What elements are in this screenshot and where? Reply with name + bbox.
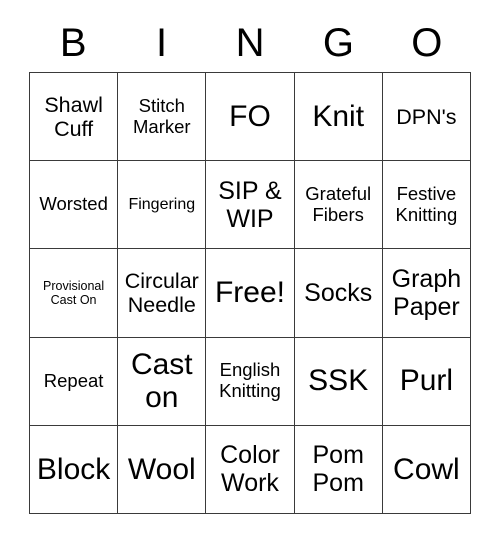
bingo-grid: Shawl Cuff Stitch Marker FO Knit DPN's W… <box>29 72 471 514</box>
bingo-cell-label: Knit <box>312 99 365 133</box>
bingo-cell-label: Grateful Fibers <box>305 183 372 225</box>
bingo-header-row: B I N G O <box>29 14 471 72</box>
bingo-cell[interactable]: Purl <box>382 337 471 426</box>
bingo-cell[interactable]: Festive Knitting <box>382 161 471 250</box>
bingo-cell[interactable]: Provisional Cast On <box>30 249 119 338</box>
bingo-cell-label: Provisional Cast On <box>43 278 105 307</box>
bingo-cell[interactable]: English Knitting <box>206 337 295 426</box>
bingo-cell[interactable]: Stitch Marker <box>118 73 207 162</box>
bingo-cell-label: Repeat <box>43 369 104 391</box>
bingo-cell-free[interactable]: Free! <box>206 249 295 338</box>
bingo-cell[interactable]: Pom Pom <box>294 425 383 514</box>
bingo-cell-label: SSK <box>308 364 369 398</box>
bingo-cell[interactable]: Worsted <box>30 161 119 250</box>
bingo-cell-label: Wool <box>127 452 196 486</box>
bingo-cell-label: Worsted <box>39 193 108 215</box>
bingo-cell[interactable]: Color Work <box>206 425 295 514</box>
bingo-cell[interactable]: DPN's <box>382 73 471 162</box>
bingo-cell[interactable]: FO <box>206 73 295 162</box>
bingo-cell[interactable]: Cowl <box>382 425 471 514</box>
bingo-cell[interactable]: Socks <box>294 249 383 338</box>
bingo-header-letter-g: G <box>322 21 354 65</box>
bingo-cell[interactable]: SSK <box>294 337 383 426</box>
bingo-cell[interactable]: Repeat <box>30 337 119 426</box>
bingo-cell[interactable]: Circular Needle <box>118 249 207 338</box>
bingo-cell[interactable]: Fingering <box>118 161 207 250</box>
bingo-cell-label: SIP & WIP <box>218 176 282 233</box>
bingo-header-letter-i: I <box>156 21 168 65</box>
bingo-cell[interactable]: Shawl Cuff <box>30 73 119 162</box>
bingo-cell[interactable]: Grateful Fibers <box>294 161 383 250</box>
bingo-cell-label: Free! <box>214 276 285 310</box>
bingo-cell-label: Cowl <box>393 452 460 486</box>
bingo-cell-label: Graph Paper <box>391 264 462 321</box>
bingo-cell-label: Color Work <box>220 441 280 498</box>
bingo-cell[interactable]: Cast on <box>118 337 207 426</box>
bingo-header-letter-b: B <box>59 21 87 65</box>
bingo-cell[interactable]: SIP & WIP <box>206 161 295 250</box>
bingo-cell[interactable]: Wool <box>118 425 207 514</box>
bingo-card: B I N G O Shawl Cuff Stitch Marker FO Kn… <box>0 0 500 544</box>
bingo-cell-label: Circular Needle <box>124 268 199 317</box>
bingo-cell-label: Fingering <box>128 195 196 213</box>
bingo-header-letter-n: N <box>235 21 265 65</box>
bingo-cell-label: Purl <box>399 364 454 398</box>
bingo-header-letter-o: O <box>411 21 443 65</box>
bingo-cell-label: DPN's <box>396 104 457 129</box>
bingo-cell-label: Socks <box>304 278 373 307</box>
bingo-cell-label: Cast on <box>130 347 193 415</box>
bingo-cell-label: English Knitting <box>219 359 281 402</box>
bingo-cell[interactable]: Knit <box>294 73 383 162</box>
bingo-cell-label: Block <box>36 452 111 486</box>
bingo-cell[interactable]: Graph Paper <box>382 249 471 338</box>
bingo-cell-label: Festive Knitting <box>395 183 458 225</box>
bingo-cell-label: FO <box>229 99 271 133</box>
bingo-cell[interactable]: Block <box>30 425 119 514</box>
bingo-cell-label: Stitch Marker <box>133 94 191 137</box>
bingo-cell-label: Pom Pom <box>312 441 364 498</box>
bingo-cell-label: Shawl Cuff <box>44 92 103 141</box>
